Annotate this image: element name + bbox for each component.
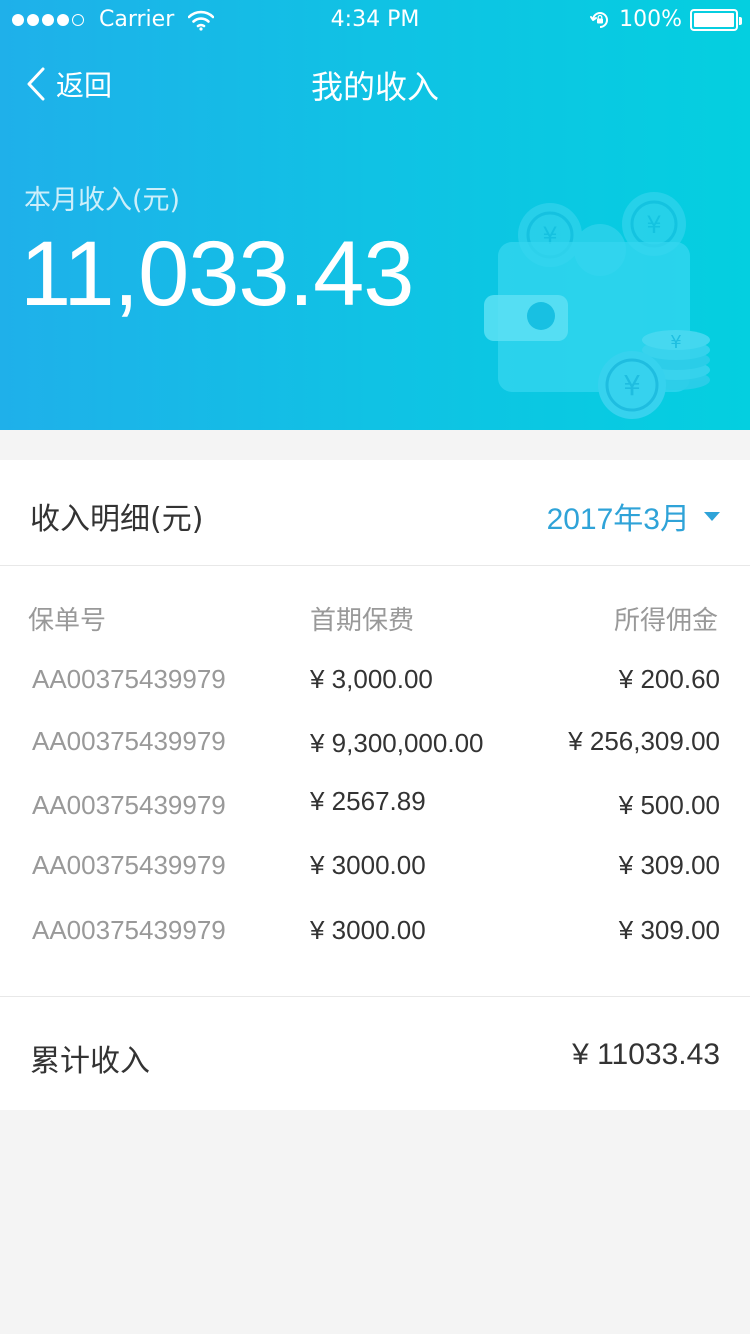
total-income-value: ¥ 11033.43 (572, 1038, 720, 1071)
caret-down-icon (704, 511, 720, 521)
commission-value: ¥ 256,309.00 (568, 726, 720, 756)
column-header-commission: 所得佣金 (613, 606, 718, 636)
commission-value: ¥ 200.60 (618, 664, 720, 694)
income-detail-card: 收入明细(元) 2017年3月 保单号 首期保费 所得佣金 AA00375439… (0, 460, 750, 1110)
table-row: AA00375439979 ¥ 3000.00 ¥ 309.00 (0, 915, 750, 955)
svg-text:¥: ¥ (646, 211, 661, 239)
column-header-premium: 首期保费 (310, 606, 415, 636)
svg-text:¥: ¥ (670, 332, 681, 353)
column-header-policy: 保单号 (28, 606, 107, 636)
month-picker-label: 2017年3月 (546, 503, 690, 536)
monthly-income-amount: 11,033.43 (20, 223, 414, 325)
total-income-label: 累计收入 (30, 1044, 150, 1079)
policy-number: AA00375439979 (32, 915, 226, 945)
rotation-lock-icon (590, 11, 609, 28)
premium-value: ¥ 9,300,000.00 (310, 728, 484, 758)
svg-text:¥: ¥ (623, 369, 641, 402)
status-bar: Carrier 4:34 PM 100% (0, 0, 750, 40)
status-right: 100% (589, 7, 742, 32)
commission-value: ¥ 500.00 (618, 790, 720, 820)
month-picker[interactable]: 2017年3月 (547, 494, 720, 538)
page-title: 我的收入 (310, 68, 439, 106)
income-header: Carrier 4:34 PM 100% 返回 我的收入 本月收入(元) 11,… (0, 0, 750, 430)
detail-title: 收入明细(元) (30, 502, 204, 537)
commission-value: ¥ 309.00 (618, 850, 720, 880)
policy-number: AA00375439979 (32, 726, 226, 756)
battery-percent: 100% (619, 7, 682, 32)
commission-value: ¥ 309.00 (618, 915, 720, 945)
battery-icon (690, 8, 742, 31)
monthly-income-label: 本月收入(元) (24, 185, 181, 216)
table-row: AA00375439979 ¥ 3000.00 ¥ 309.00 (0, 850, 750, 890)
wallet-coins-icon: ¥ ¥ ¥ ¥ (484, 192, 710, 419)
divider (0, 996, 750, 997)
policy-number: AA00375439979 (32, 790, 226, 820)
premium-value: ¥ 2567.89 (310, 786, 426, 816)
premium-value: ¥ 3000.00 (310, 850, 426, 880)
detail-header: 收入明细(元) 2017年3月 (0, 460, 750, 566)
premium-value: ¥ 3,000.00 (310, 664, 433, 694)
table-row: AA00375439979 ¥ 3,000.00 ¥ 200.60 (0, 664, 750, 704)
table-row: AA00375439979 ¥ 9,300,000.00 ¥ 256,309.0… (0, 726, 750, 766)
policy-number: AA00375439979 (32, 850, 226, 880)
table-row: AA00375439979 ¥ 2567.89 ¥ 500.00 (0, 786, 750, 830)
premium-value: ¥ 3000.00 (310, 915, 426, 945)
policy-number: AA00375439979 (32, 664, 226, 694)
